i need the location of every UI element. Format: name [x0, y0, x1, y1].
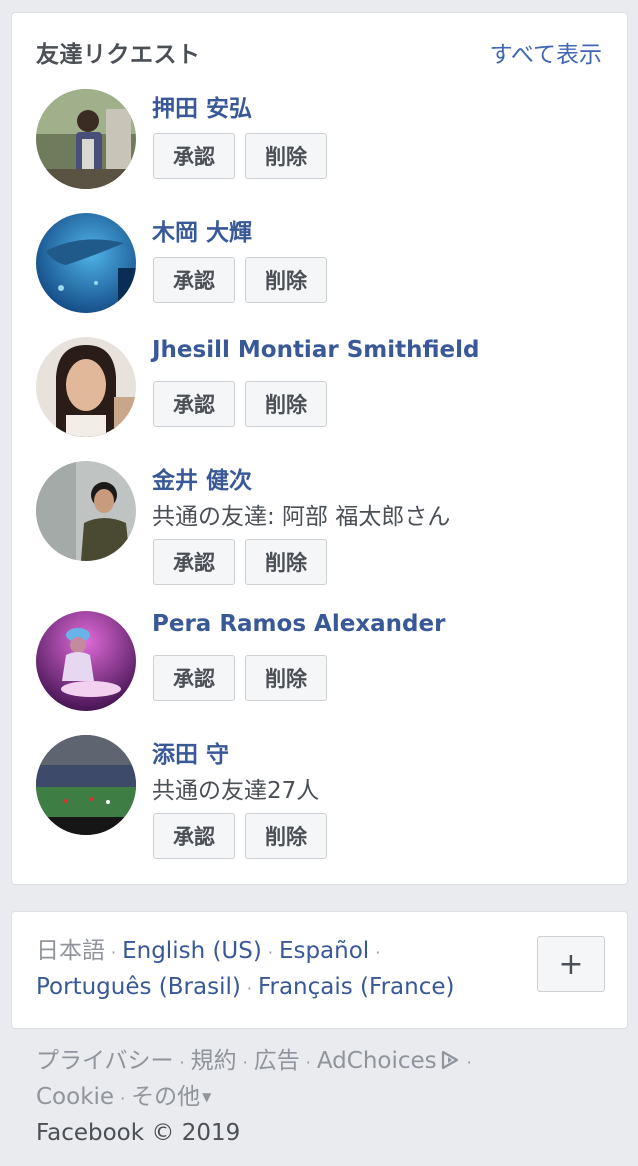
avatar[interactable]	[36, 89, 136, 189]
separator-dot: ·	[246, 979, 252, 998]
language-selector-card: 日本語 · English (US) · Español · Português (Bras…	[11, 911, 628, 1029]
footer-link-ads[interactable]: 広告	[254, 1048, 300, 1074]
confirm-button[interactable]: 承認	[153, 257, 235, 303]
language-link-french[interactable]: Français (France)	[258, 974, 455, 1000]
separator-dot: ·	[111, 943, 117, 962]
friend-requests-title: 友達リクエスト	[36, 42, 201, 68]
adchoices-icon	[441, 1050, 458, 1070]
language-link-english[interactable]: English (US)	[122, 938, 262, 964]
profile-photo-icon	[36, 461, 136, 561]
footer-link-cookie[interactable]: Cookie	[36, 1084, 114, 1110]
delete-button[interactable]: 削除	[245, 381, 327, 427]
profile-photo-icon	[36, 89, 136, 189]
mutual-friends-text: 共通の友達27人	[152, 778, 320, 804]
delete-button[interactable]: 削除	[245, 655, 327, 701]
profile-photo-icon	[36, 611, 136, 711]
footer-link-more[interactable]: その他 ▼	[131, 1084, 211, 1110]
requester-name[interactable]: 木岡 大輝	[152, 213, 252, 247]
confirm-button[interactable]: 承認	[153, 133, 235, 179]
language-link-portuguese[interactable]: Português (Brasil)	[36, 974, 241, 1000]
copyright-text: Facebook © 2019	[36, 1120, 241, 1146]
more-languages-button[interactable]: +	[537, 936, 605, 992]
footer-link-privacy[interactable]: プライバシー	[36, 1048, 174, 1074]
requester-name[interactable]: 添田 守	[152, 735, 229, 769]
language-links: 日本語 · English (US) · Español · Português (Bras…	[36, 934, 506, 1006]
caret-down-icon: ▼	[202, 1090, 212, 1104]
confirm-button[interactable]: 承認	[153, 381, 235, 427]
delete-button[interactable]: 削除	[245, 539, 327, 585]
profile-photo-icon	[36, 213, 136, 313]
confirm-button[interactable]: 承認	[153, 539, 235, 585]
confirm-button[interactable]: 承認	[153, 655, 235, 701]
more-label: その他	[131, 1084, 201, 1110]
requester-name[interactable]: Pera Ramos Alexander	[152, 611, 445, 637]
avatar[interactable]	[36, 735, 136, 835]
requester-name[interactable]: 金井 健次	[152, 461, 252, 495]
profile-photo-icon	[36, 735, 136, 835]
delete-button[interactable]: 削除	[245, 133, 327, 179]
separator-dot: ·	[242, 1053, 248, 1072]
avatar[interactable]	[36, 461, 136, 561]
adchoices-label: AdChoices	[316, 1048, 437, 1074]
separator-dot: ·	[466, 1053, 472, 1072]
footer: プライバシー · 規約 · 広告 · AdChoices · Cookie · その他 ▼ Facebo…	[36, 1044, 596, 1151]
friend-requests-card: 友達リクエスト すべて表示 押田 安弘 承認 削除 木岡 大輝 承認 削除 Jh…	[11, 12, 628, 885]
avatar[interactable]	[36, 337, 136, 437]
avatar[interactable]	[36, 611, 136, 711]
see-all-link[interactable]: すべて表示	[490, 35, 602, 69]
profile-photo-icon	[36, 337, 136, 437]
delete-button[interactable]: 削除	[245, 257, 327, 303]
language-link-spanish[interactable]: Español	[279, 938, 369, 964]
separator-dot: ·	[305, 1053, 311, 1072]
confirm-button[interactable]: 承認	[153, 813, 235, 859]
mutual-friends-text: 共通の友達: 阿部 福太郎さん	[152, 504, 451, 530]
separator-dot: ·	[267, 943, 273, 962]
requester-name[interactable]: Jhesill Montiar Smithfield	[152, 337, 479, 363]
footer-link-terms[interactable]: 規約	[191, 1048, 237, 1074]
delete-button[interactable]: 削除	[245, 813, 327, 859]
requester-name[interactable]: 押田 安弘	[152, 89, 252, 123]
separator-dot: ·	[179, 1053, 185, 1072]
footer-link-adchoices[interactable]: AdChoices	[317, 1048, 461, 1074]
current-language: 日本語	[36, 938, 105, 964]
separator-dot: ·	[375, 943, 381, 962]
separator-dot: ·	[120, 1089, 126, 1108]
avatar[interactable]	[36, 213, 136, 313]
